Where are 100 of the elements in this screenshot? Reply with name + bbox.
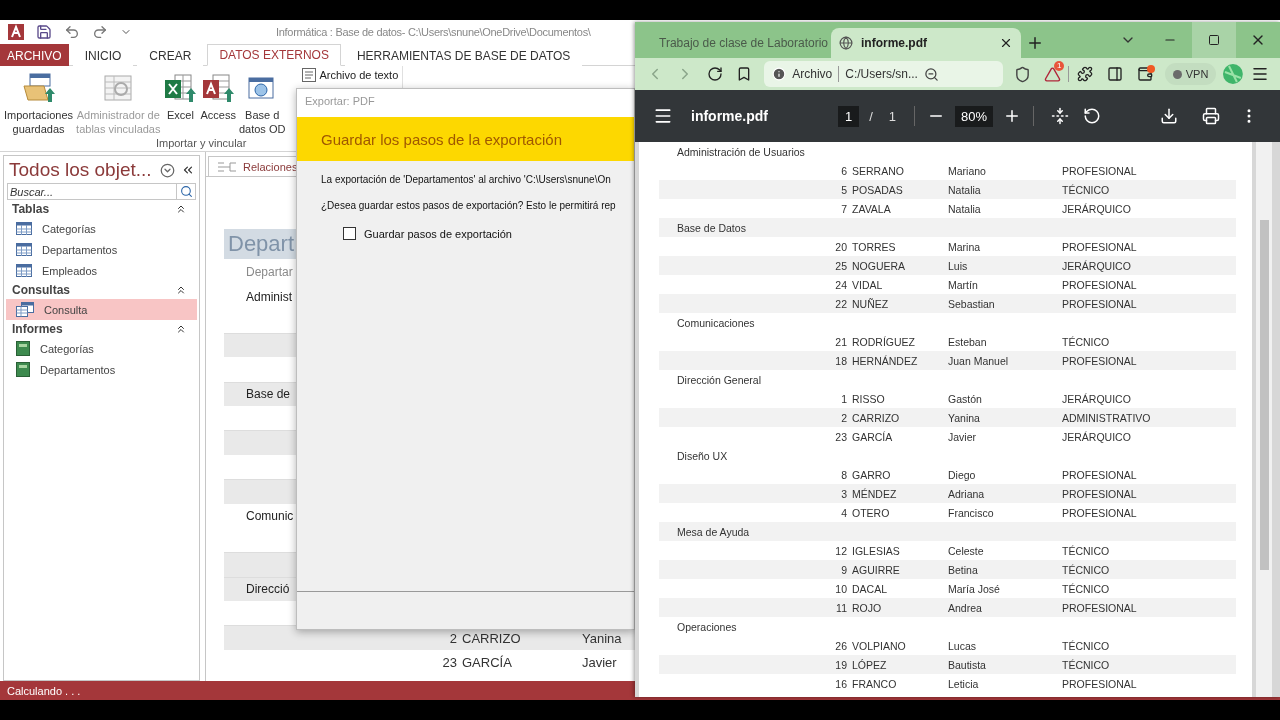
nav-item[interactable]: Departamentos [6, 239, 197, 260]
nav-item[interactable]: Categorías [6, 218, 197, 239]
table-cell-text: RODRÍGUEZ [851, 335, 916, 348]
table-cell-text: JERÁRQUICO [1061, 392, 1132, 405]
table-cell-text: 9 [840, 563, 847, 576]
info-icon [772, 67, 787, 81]
table-cell-text: TÉCNICO [1061, 183, 1111, 196]
table-cell-text: Esteban [947, 335, 988, 348]
report-icon [16, 341, 30, 356]
table-cell-text: Lucas [947, 639, 978, 652]
text-file-button[interactable]: Archivo de texto [302, 68, 399, 82]
notification-badge: 1 [1053, 61, 1065, 71]
menu-icon[interactable] [1251, 65, 1270, 83]
table-cell-text: Adriana [947, 487, 986, 500]
table-cell-text: Sebastian [947, 297, 996, 310]
table-cell-text: VIDAL [851, 278, 884, 291]
table-cell-text: RISSO [851, 392, 886, 405]
table-cell-text: 1 [840, 392, 847, 405]
collapse-group-icon[interactable] [175, 203, 187, 215]
table-cell-text: JERÁRQUICO [1061, 430, 1132, 443]
table-cell-text: 6 [840, 164, 847, 177]
collapse-icon[interactable] [181, 163, 195, 177]
table-cell-text: 7 [840, 202, 847, 215]
checkbox[interactable] [343, 227, 356, 240]
table-cell-text: Diego [947, 468, 977, 481]
nav-item[interactable]: Empleados [6, 260, 197, 281]
undo-icon[interactable] [64, 24, 80, 40]
new-tab-icon[interactable] [1026, 34, 1044, 52]
shield-icon[interactable] [1014, 65, 1032, 83]
table-cell-text: PROFESIONAL [1061, 240, 1138, 253]
collapse-group-icon[interactable] [175, 323, 187, 335]
nav-item[interactable]: Consulta [6, 299, 197, 320]
table-cell-text: HERNÁNDEZ [851, 354, 919, 367]
close-tab-icon[interactable] [999, 36, 1013, 50]
scrollbar[interactable] [1256, 142, 1272, 697]
checkbox-label[interactable]: Guardar pasos de exportación [364, 227, 512, 240]
table-cell-text: PROFESIONAL [1061, 468, 1138, 481]
address-bar[interactable]: Archivo C:/Users/sn... [764, 61, 1003, 87]
table-cell-text: LÓPEZ [851, 658, 888, 671]
ribbon-button[interactable]: Access [200, 72, 236, 122]
table-cell-text: Marina [947, 240, 982, 253]
triangle-icon[interactable] [1043, 65, 1061, 83]
table-cell-text: 22 [834, 297, 847, 310]
group-header: Dirección General [676, 373, 763, 386]
zoom-out-icon[interactable] [923, 66, 939, 82]
rotate-icon[interactable] [1083, 107, 1102, 125]
table-cell-text: Natalia [947, 202, 982, 215]
table-cell-text: Celeste [947, 544, 985, 557]
ribbon-tab[interactable]: ARCHIVO [0, 44, 69, 66]
ribbon-button[interactable]: Excel [163, 72, 198, 122]
save-icon[interactable] [36, 24, 52, 40]
reload-icon[interactable] [706, 66, 723, 82]
table-cell-text: MÉNDEZ [851, 487, 898, 500]
table-cell-text: PROFESIONAL [1061, 506, 1138, 519]
table-cell-text: PROFESIONAL [1061, 278, 1138, 291]
table-cell-text: 23 [441, 655, 457, 671]
table-cell-text: 21 [834, 335, 847, 348]
ribbon-button[interactable]: Importaciones guardadas [4, 72, 74, 136]
page-number-field[interactable]: 1 [838, 105, 860, 127]
table-cell-text: DACAL [851, 582, 888, 595]
ribbon-button[interactable]: Base d datos OD [238, 72, 286, 136]
table-icon [16, 264, 32, 277]
table-cell-text: Mariano [947, 164, 987, 177]
table-cell-text: 8 [840, 468, 847, 481]
ribbon-tab[interactable]: DATOS EXTERNOS [207, 44, 341, 66]
window-title: Informática : Base de datos- C:\Users\snune\OneDrive\Documentos\ [276, 26, 591, 38]
search-icon[interactable] [179, 185, 193, 198]
table-cell-text: Martín [947, 278, 979, 291]
table-cell-text: PROFESIONAL [1061, 297, 1138, 310]
nav-item[interactable]: Departamentos [6, 359, 197, 380]
redo-icon[interactable] [92, 24, 108, 40]
dropdown-icon[interactable] [160, 162, 175, 178]
vpn-button[interactable]: VPN [1164, 63, 1217, 85]
table-cell-text: AGUIRRE [851, 563, 901, 576]
collapse-group-icon[interactable] [175, 284, 187, 296]
browser-tab[interactable]: informe.pdf [831, 28, 1021, 58]
wallet-icon[interactable] [1136, 66, 1153, 82]
table-cell-text: 20 [834, 240, 847, 253]
extensions-icon[interactable] [1077, 66, 1094, 82]
nav-group-title[interactable]: Tablas [12, 202, 50, 216]
table-cell-text: PROFESIONAL [1061, 354, 1138, 367]
download-icon[interactable] [1160, 107, 1178, 125]
table-cell-text: Javier [947, 430, 977, 443]
group-header: Comunicaciones [676, 316, 756, 329]
nav-item[interactable]: Categorías [6, 338, 197, 359]
nav-group-title[interactable]: Consultas [12, 283, 70, 297]
menu-icon[interactable] [653, 106, 673, 126]
fit-page-icon[interactable] [1051, 107, 1070, 125]
table-cell-text: PROFESIONAL [1061, 487, 1138, 500]
table-cell-text: POSADAS [851, 183, 904, 196]
nav-group-title[interactable]: Informes [12, 322, 63, 336]
zoom-field[interactable]: 80% [955, 105, 994, 127]
sidebar-icon[interactable] [1107, 66, 1124, 82]
search-field[interactable]: Buscar... [7, 183, 176, 200]
table-cell-text: FRANCO [851, 677, 898, 690]
table-cell-text: GARCÍA [461, 655, 513, 671]
table-icon [16, 243, 32, 256]
nav-pane-title[interactable]: Todos los objet... [9, 159, 154, 181]
print-icon[interactable] [1202, 107, 1220, 125]
browser-tab[interactable]: Trabajo de clase de Laboratorio [643, 28, 831, 58]
